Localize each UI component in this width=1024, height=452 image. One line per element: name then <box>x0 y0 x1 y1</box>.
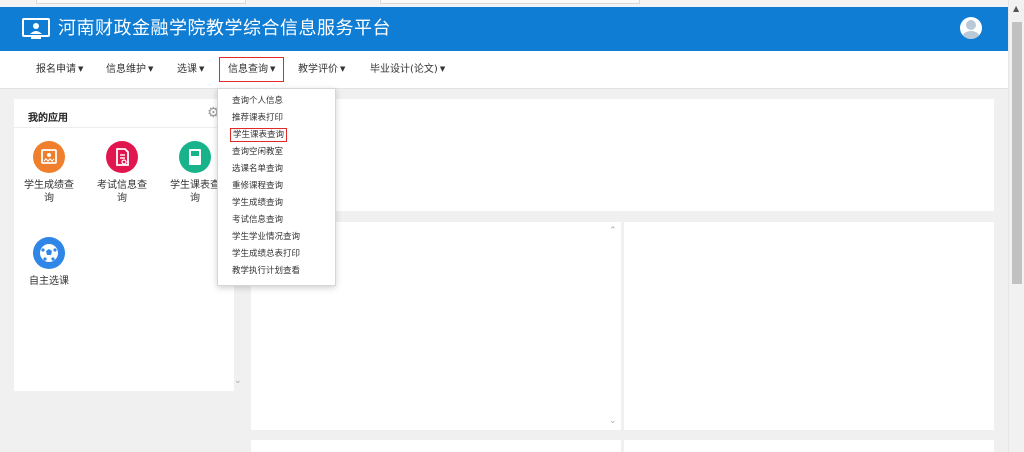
app-label: 询 <box>44 193 54 204</box>
menu-item-recommended-timetable-print[interactable]: 推荐课表打印 <box>232 112 283 124</box>
menu-item-free-classroom[interactable]: 查询空闲教室 <box>232 146 283 158</box>
app-self-course-selection[interactable]: 自主选课 <box>17 237 81 288</box>
caret-down-icon: ▼ <box>148 65 154 73</box>
info-query-dropdown: 查询个人信息 推荐课表打印 学生课表查询 查询空闲教室 选课名单查询 重修课程查… <box>217 88 336 286</box>
menu-item-student-timetable[interactable]: 学生课表查询 <box>230 128 288 142</box>
monitor-user-icon <box>22 18 50 39</box>
scrollbar-thumb[interactable] <box>1012 22 1022 284</box>
nav-item-registration[interactable]: 报名申请 ▼ <box>36 61 83 78</box>
browser-top-strip <box>0 0 1008 7</box>
chevron-down-icon[interactable]: ⌄ <box>234 376 242 386</box>
my-apps-panel: 我的应用 ⚙ 学生成绩查询 考试信息查询 学生课表查 询 自主选课 <box>14 99 234 391</box>
user-avatar-icon[interactable] <box>960 17 982 39</box>
page-scrollbar[interactable]: ▲ <box>1008 0 1024 452</box>
menu-item-exam-info[interactable]: 考试信息查询 <box>232 214 283 226</box>
menu-item-personal-info[interactable]: 查询个人信息 <box>232 95 283 107</box>
nav-item-info-query[interactable]: 信息查询 ▼ <box>219 57 285 82</box>
nav-item-course-selection[interactable]: 选课 ▼ <box>177 61 204 78</box>
caret-down-icon: ▼ <box>439 65 446 73</box>
caret-down-icon: ▼ <box>78 65 84 73</box>
content-panel-top <box>251 99 994 211</box>
caret-down-icon: ▼ <box>199 65 205 73</box>
my-apps-title: 我的应用 <box>28 113 68 124</box>
divider <box>14 127 234 128</box>
app-label: 询 <box>190 193 200 204</box>
chevron-down-icon[interactable]: ⌄ <box>609 416 617 426</box>
nav-item-graduation-design[interactable]: 毕业设计(论文) ▼ <box>370 61 445 78</box>
app-title: 河南财政金融学院教学综合信息服务平台 <box>58 18 391 39</box>
menu-item-academic-status[interactable]: 学生学业情况查询 <box>232 231 300 243</box>
app-label: 学生课表查 <box>170 180 220 191</box>
content-panel-bottom-left <box>251 440 621 452</box>
caret-down-icon: ▼ <box>270 65 276 73</box>
browser-tab-edge <box>36 0 246 4</box>
content-panel-right <box>624 222 994 430</box>
chevron-up-icon[interactable]: ⌃ <box>609 226 617 236</box>
caret-down-icon: ▼ <box>340 65 346 73</box>
browser-address-edge <box>380 0 640 4</box>
app-header: 河南财政金融学院教学综合信息服务平台 <box>0 7 1008 51</box>
certificate-icon <box>33 141 65 173</box>
menu-item-course-roster[interactable]: 选课名单查询 <box>232 163 283 175</box>
app-label: 询 <box>117 193 127 204</box>
menu-item-teaching-plan[interactable]: 教学执行计划查看 <box>232 265 300 277</box>
scroll-up-icon[interactable]: ▲ <box>1013 4 1019 13</box>
app-label: 自主选课 <box>29 276 69 287</box>
menu-item-retake-courses[interactable]: 重修课程查询 <box>232 180 283 192</box>
app-exam-info[interactable]: 考试信息查询 <box>90 141 154 205</box>
menu-item-grade-summary-print[interactable]: 学生成绩总表打印 <box>232 248 300 260</box>
document-icon <box>106 141 138 173</box>
main-nav: 报名申请 ▼ 信息维护 ▼ 选课 ▼ 信息查询 ▼ 教学评价 ▼ 毕业设计(论文) ▼ <box>0 51 1008 89</box>
nav-item-teaching-evaluation[interactable]: 教学评价 ▼ <box>298 61 345 78</box>
nav-item-info-maintenance[interactable]: 信息维护 ▼ <box>106 61 153 78</box>
app-student-grades[interactable]: 学生成绩查询 <box>17 141 81 205</box>
app-label: 考试信息查 <box>97 180 147 191</box>
book-icon <box>179 141 211 173</box>
app-label: 学生成绩查 <box>24 180 74 191</box>
soccer-ball-icon <box>33 237 65 269</box>
menu-item-student-grades[interactable]: 学生成绩查询 <box>232 197 283 209</box>
content-panel-bottom-right <box>624 440 994 452</box>
